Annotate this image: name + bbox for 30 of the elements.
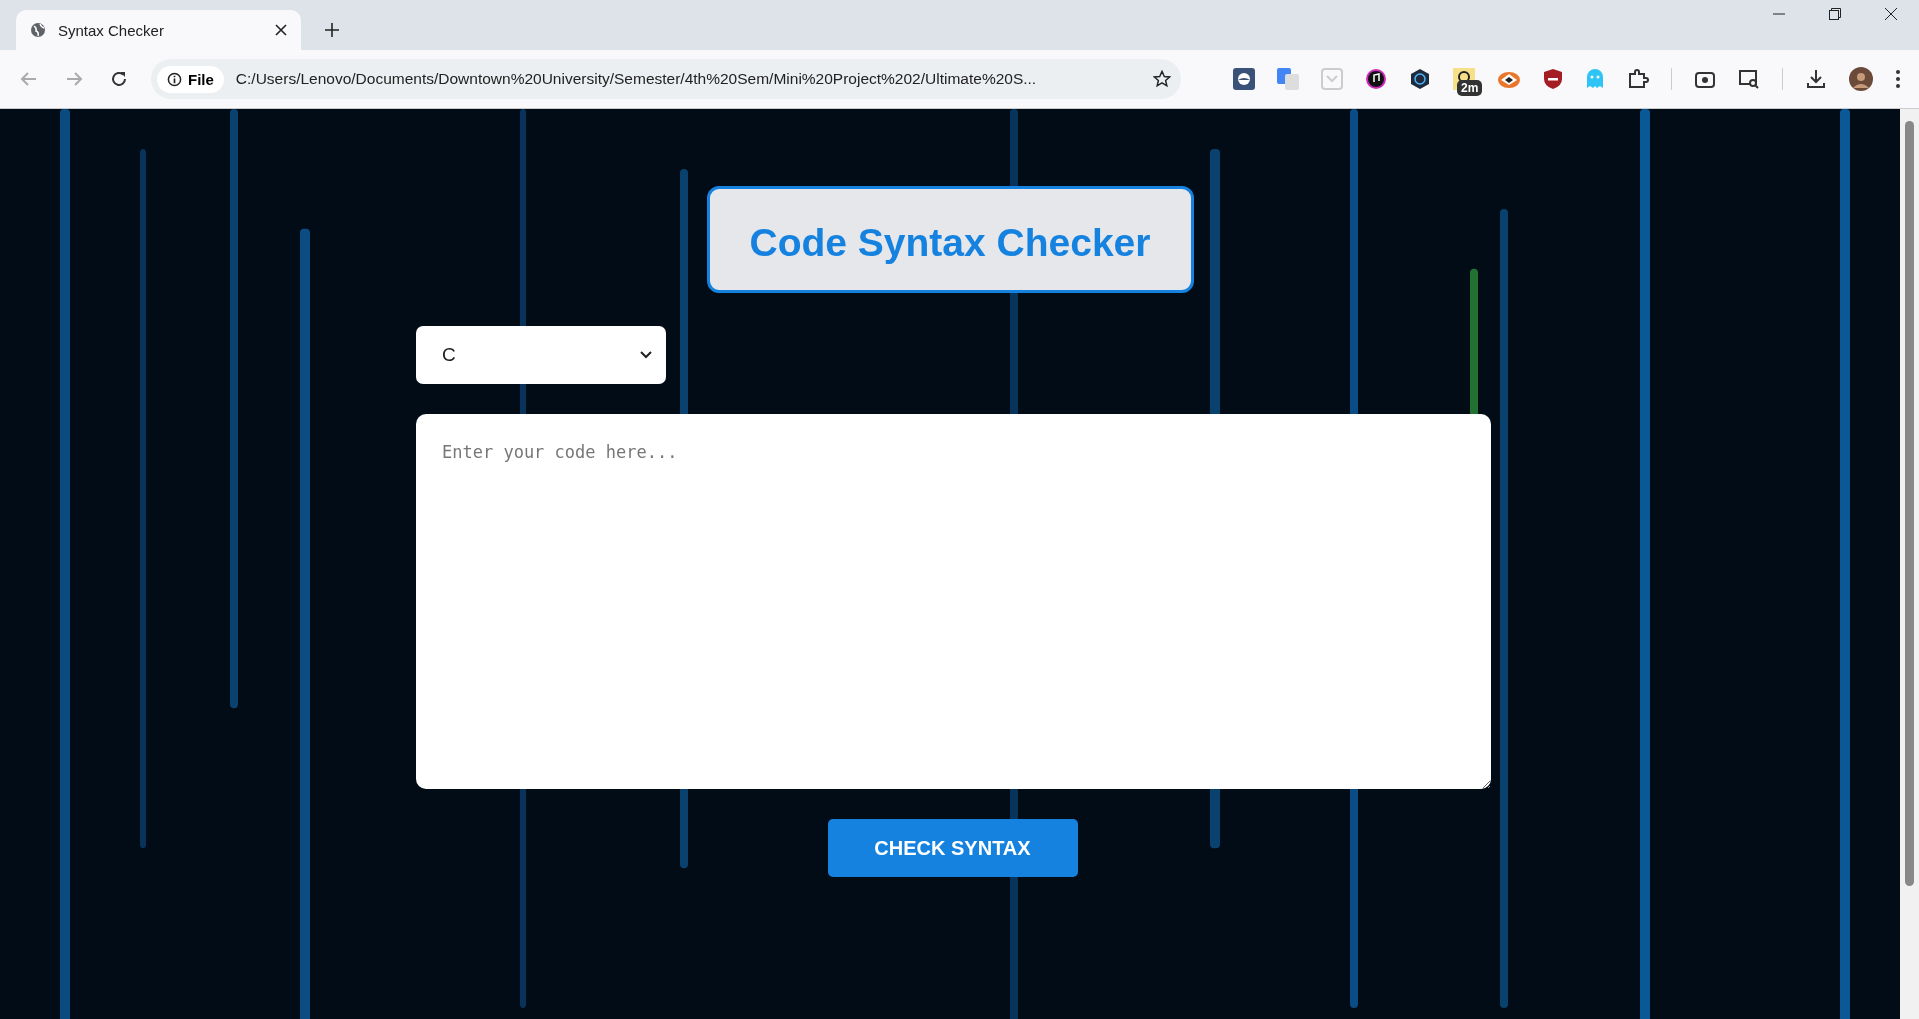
address-bar[interactable]: File C:/Users/Lenovo/Documents/Downtown%20University/Semester/4th%20Sem/Mini%20Project%202/Ultimate%20S... <box>151 59 1181 99</box>
new-tab-icon[interactable] <box>325 23 339 37</box>
extension-icon[interactable] <box>1233 68 1255 90</box>
url-text: C:/Users/Lenovo/Documents/Downtown%20University/Semester/4th%20Sem/Mini%20Project%202/Ultimate%20S... <box>235 70 1038 88</box>
file-label: File <box>188 70 214 88</box>
site-info-chip[interactable]: File <box>157 65 224 93</box>
info-icon <box>167 71 182 87</box>
music-icon[interactable] <box>1365 68 1387 90</box>
menu-icon[interactable] <box>1895 69 1901 89</box>
reload-icon[interactable] <box>110 70 128 88</box>
chevron-icon <box>640 351 652 359</box>
browser-tab[interactable]: Syntax Checker <box>16 10 301 50</box>
code-input[interactable]: Enter your code here... <box>416 414 1491 789</box>
close-icon[interactable] <box>1885 8 1897 20</box>
time-badge: 2m <box>1457 80 1483 96</box>
globe-icon <box>30 22 46 38</box>
search-page-icon[interactable] <box>1738 68 1760 90</box>
check-syntax-button[interactable]: CHECK SYNTAX <box>827 819 1078 877</box>
puzzle-icon[interactable] <box>1627 68 1649 90</box>
restore-icon[interactable] <box>1829 8 1841 20</box>
tab-title: Syntax Checker <box>58 21 165 39</box>
avatar-icon[interactable] <box>1849 67 1873 91</box>
download-icon[interactable] <box>1805 68 1827 90</box>
page-title: Code Syntax Checker <box>706 186 1194 293</box>
star-icon[interactable] <box>1153 70 1171 88</box>
close-icon[interactable] <box>275 24 287 36</box>
language-select[interactable]: C <box>416 326 666 384</box>
shield-icon[interactable] <box>1543 68 1563 90</box>
scrollbar[interactable] <box>1900 109 1919 1019</box>
translate-icon[interactable] <box>1277 68 1299 90</box>
